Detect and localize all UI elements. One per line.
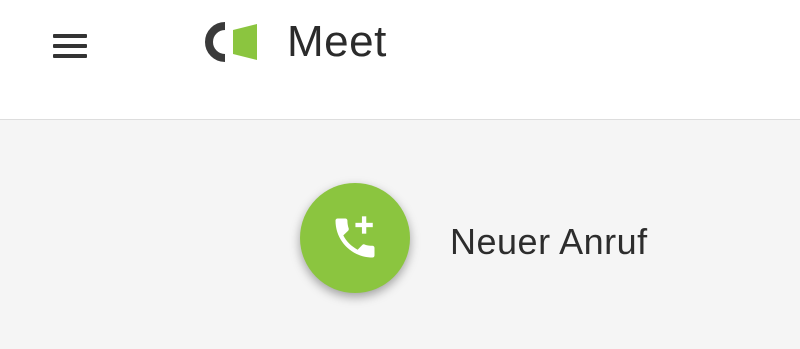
new-call-label: Neuer Anruf (450, 221, 648, 262)
app-root: Meet Neuer Anruf (0, 0, 800, 349)
top-app-bar: Meet (0, 0, 800, 120)
meet-logo-icon (195, 20, 259, 64)
new-call-fab[interactable] (300, 183, 410, 293)
phone-add-icon (335, 216, 375, 258)
brand: Meet (195, 14, 387, 70)
hamburger-menu-icon (53, 34, 87, 58)
app-title: Meet (287, 17, 387, 66)
menu-button[interactable] (40, 24, 100, 68)
new-call-button[interactable]: Neuer Anruf (300, 183, 648, 297)
main-content: Neuer Anruf (0, 121, 800, 349)
